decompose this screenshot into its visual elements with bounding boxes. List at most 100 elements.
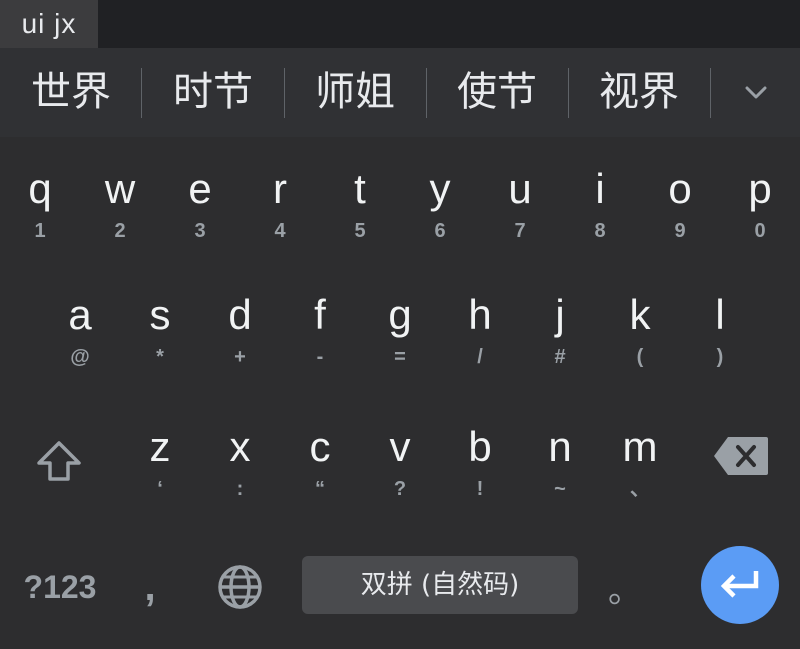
key-label: o (668, 165, 692, 212)
key-label: z (149, 423, 171, 470)
key-n[interactable]: n ~ (520, 395, 600, 517)
key-hint: 2 (114, 220, 126, 242)
key-hint: / (477, 346, 483, 368)
key-y[interactable]: y 6 (400, 137, 480, 259)
key-label: q (28, 165, 52, 212)
key-hint: 5 (354, 220, 366, 242)
key-k[interactable]: k ( (600, 267, 680, 389)
candidate-bar: 世界 时节 师姐 使节 视界 (0, 48, 800, 137)
shift-icon (37, 441, 81, 481)
key-hint: 3 (194, 220, 206, 242)
key-hint: ~ (554, 478, 566, 500)
key-v[interactable]: v ? (360, 395, 440, 517)
key-label: i (595, 165, 605, 212)
key-f[interactable]: f - (280, 267, 360, 389)
key-label: t (354, 165, 366, 212)
key-z[interactable]: z ‘ (120, 395, 200, 517)
key-label: x (229, 423, 251, 470)
key-o[interactable]: o 9 (640, 137, 720, 259)
key-hint: 、 (630, 478, 650, 500)
key-w[interactable]: w 2 (80, 137, 160, 259)
key-hint: 8 (594, 220, 606, 242)
chevron-down-icon (745, 86, 767, 99)
key-label: g (388, 291, 412, 338)
key-label: h (468, 291, 492, 338)
key-a[interactable]: a @ (40, 267, 120, 389)
key-h[interactable]: h / (440, 267, 520, 389)
key-hint: * (156, 346, 164, 368)
key-t[interactable]: t 5 (320, 137, 400, 259)
keyboard: q 1 w 2 e 3 r 4 t 5 y 6 u 7 i 8 o 9 p 0 … (0, 137, 800, 649)
backspace-icon (714, 437, 768, 475)
composing-text: ui jx (0, 0, 98, 48)
symbols-key[interactable]: ?123 (0, 547, 120, 627)
key-label: v (389, 423, 411, 470)
comma-key[interactable]: , (120, 547, 180, 627)
period-key[interactable]: 。 (590, 547, 660, 627)
enter-icon (720, 571, 759, 598)
key-label: c (309, 423, 331, 470)
key-label: u (508, 165, 532, 212)
candidate-2[interactable]: 时节 (142, 48, 284, 137)
key-label: m (622, 423, 658, 470)
key-hint: ‘ (157, 478, 163, 500)
key-r[interactable]: r 4 (240, 137, 320, 259)
key-e[interactable]: e 3 (160, 137, 240, 259)
key-label: p (748, 165, 772, 212)
enter-key[interactable] (701, 546, 779, 624)
key-label: w (104, 165, 136, 212)
key-g[interactable]: g = (360, 267, 440, 389)
keyboard-screen: ui jx 世界 时节 师姐 使节 视界 q 1 w 2 e 3 r 4 t 5… (0, 0, 800, 649)
key-label: l (715, 291, 725, 338)
expand-candidates-button[interactable] (712, 48, 800, 137)
key-label: d (228, 291, 252, 338)
key-label: b (468, 423, 492, 470)
key-hint: - (316, 346, 324, 368)
key-label: e (188, 165, 212, 212)
key-label: a (68, 291, 92, 338)
key-b[interactable]: b ! (440, 395, 520, 517)
key-l[interactable]: l ) (680, 267, 760, 389)
candidate-4[interactable]: 使节 (426, 48, 568, 137)
shift-key[interactable] (20, 395, 100, 517)
key-label: r (273, 165, 287, 212)
space-key[interactable]: 双拼 (自然码) (302, 556, 578, 614)
backspace-key[interactable] (700, 395, 780, 517)
key-c[interactable]: c “ (280, 395, 360, 517)
key-hint: ? (393, 478, 407, 500)
key-q[interactable]: q 1 (0, 137, 80, 259)
key-label: y (429, 165, 451, 212)
key-u[interactable]: u 7 (480, 137, 560, 259)
candidate-1[interactable]: 世界 (0, 48, 142, 137)
key-hint: 1 (34, 220, 46, 242)
key-hint: + (234, 346, 246, 368)
candidate-divider (710, 68, 711, 118)
key-d[interactable]: d + (200, 267, 280, 389)
key-hint: ( (636, 346, 644, 368)
key-hint: 9 (674, 220, 686, 242)
candidate-5[interactable]: 视界 (568, 48, 710, 137)
key-hint: # (554, 346, 566, 368)
key-hint: @ (70, 346, 90, 368)
key-hint: “ (315, 478, 325, 500)
globe-icon (218, 565, 262, 609)
language-key[interactable] (200, 547, 280, 627)
key-s[interactable]: s * (120, 267, 200, 389)
key-j[interactable]: j # (520, 267, 600, 389)
key-label: j (555, 291, 565, 338)
key-p[interactable]: p 0 (720, 137, 800, 259)
key-label: n (548, 423, 572, 470)
key-hint: = (394, 346, 406, 368)
key-label: k (629, 291, 651, 338)
key-hint: ! (476, 478, 484, 500)
key-hint: ) (716, 346, 724, 368)
key-x[interactable]: x : (200, 395, 280, 517)
key-hint: 4 (274, 220, 286, 242)
key-m[interactable]: m 、 (600, 395, 680, 517)
key-label: f (314, 291, 326, 338)
candidate-3[interactable]: 师姐 (284, 48, 426, 137)
key-hint: 7 (514, 220, 526, 242)
composing-bar: ui jx (0, 0, 800, 48)
key-i[interactable]: i 8 (560, 137, 640, 259)
key-label: s (149, 291, 171, 338)
